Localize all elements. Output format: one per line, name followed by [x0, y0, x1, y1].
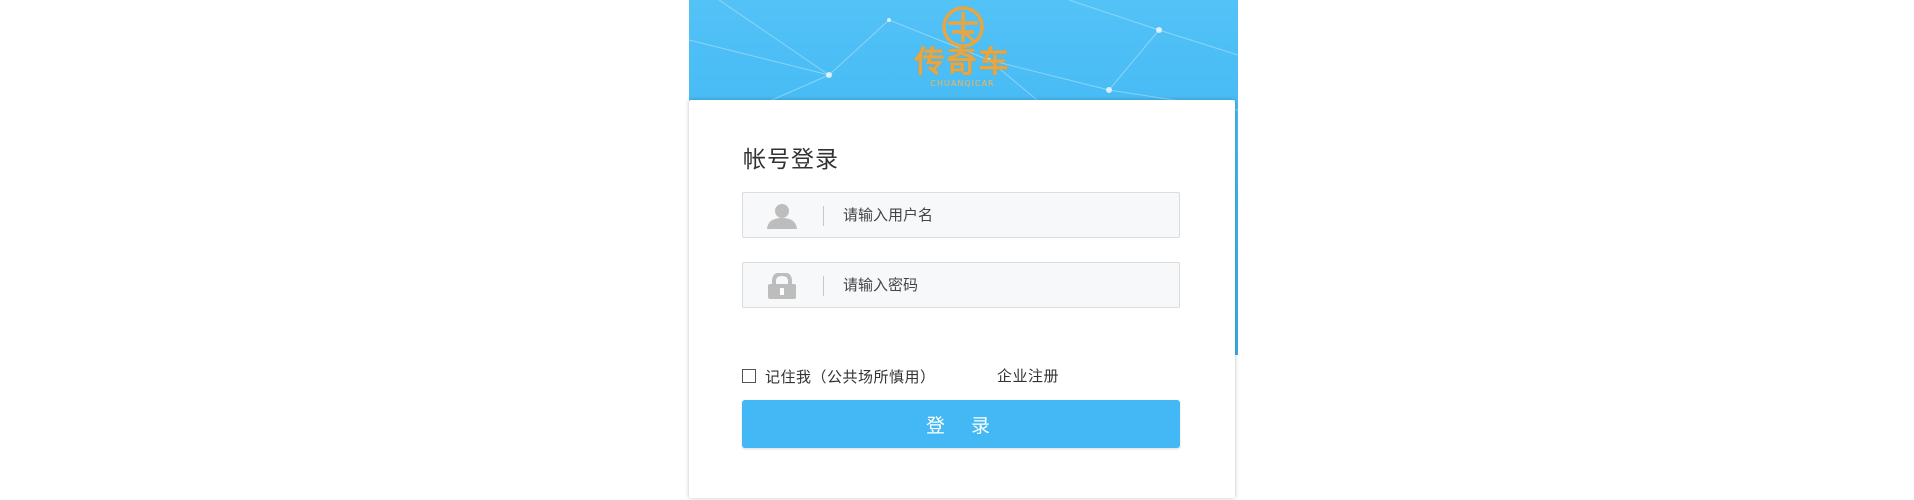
- login-card: 帐号登录 记住我（公共场所慎用） 企业注册 登 录: [689, 100, 1235, 498]
- login-button[interactable]: 登 录: [742, 400, 1180, 448]
- password-field: [742, 262, 1180, 308]
- remember-me[interactable]: 记住我（公共场所慎用）: [742, 365, 936, 387]
- lock-icon: [768, 273, 796, 299]
- enterprise-register-link[interactable]: 企业注册: [997, 365, 1059, 387]
- username-input[interactable]: [843, 193, 1163, 237]
- username-field: [742, 192, 1180, 238]
- password-input[interactable]: [843, 263, 1163, 307]
- brand-logo: 传奇车 CHUANQICAR: [900, 6, 1025, 88]
- remember-label: 记住我（公共场所慎用）: [765, 367, 936, 386]
- logo-emblem-icon: [942, 6, 984, 48]
- user-icon: [767, 204, 797, 229]
- brand-name: 传奇车: [914, 45, 1011, 80]
- field-divider: [823, 206, 824, 226]
- remember-checkbox[interactable]: [742, 369, 756, 383]
- page-title: 帐号登录: [743, 147, 839, 173]
- field-divider: [823, 276, 824, 296]
- login-page: 传奇车 CHUANQICAR 帐号登录 记住我（公共场所慎用） 企: [0, 0, 1914, 500]
- brand-subname: CHUANQICAR: [930, 79, 995, 88]
